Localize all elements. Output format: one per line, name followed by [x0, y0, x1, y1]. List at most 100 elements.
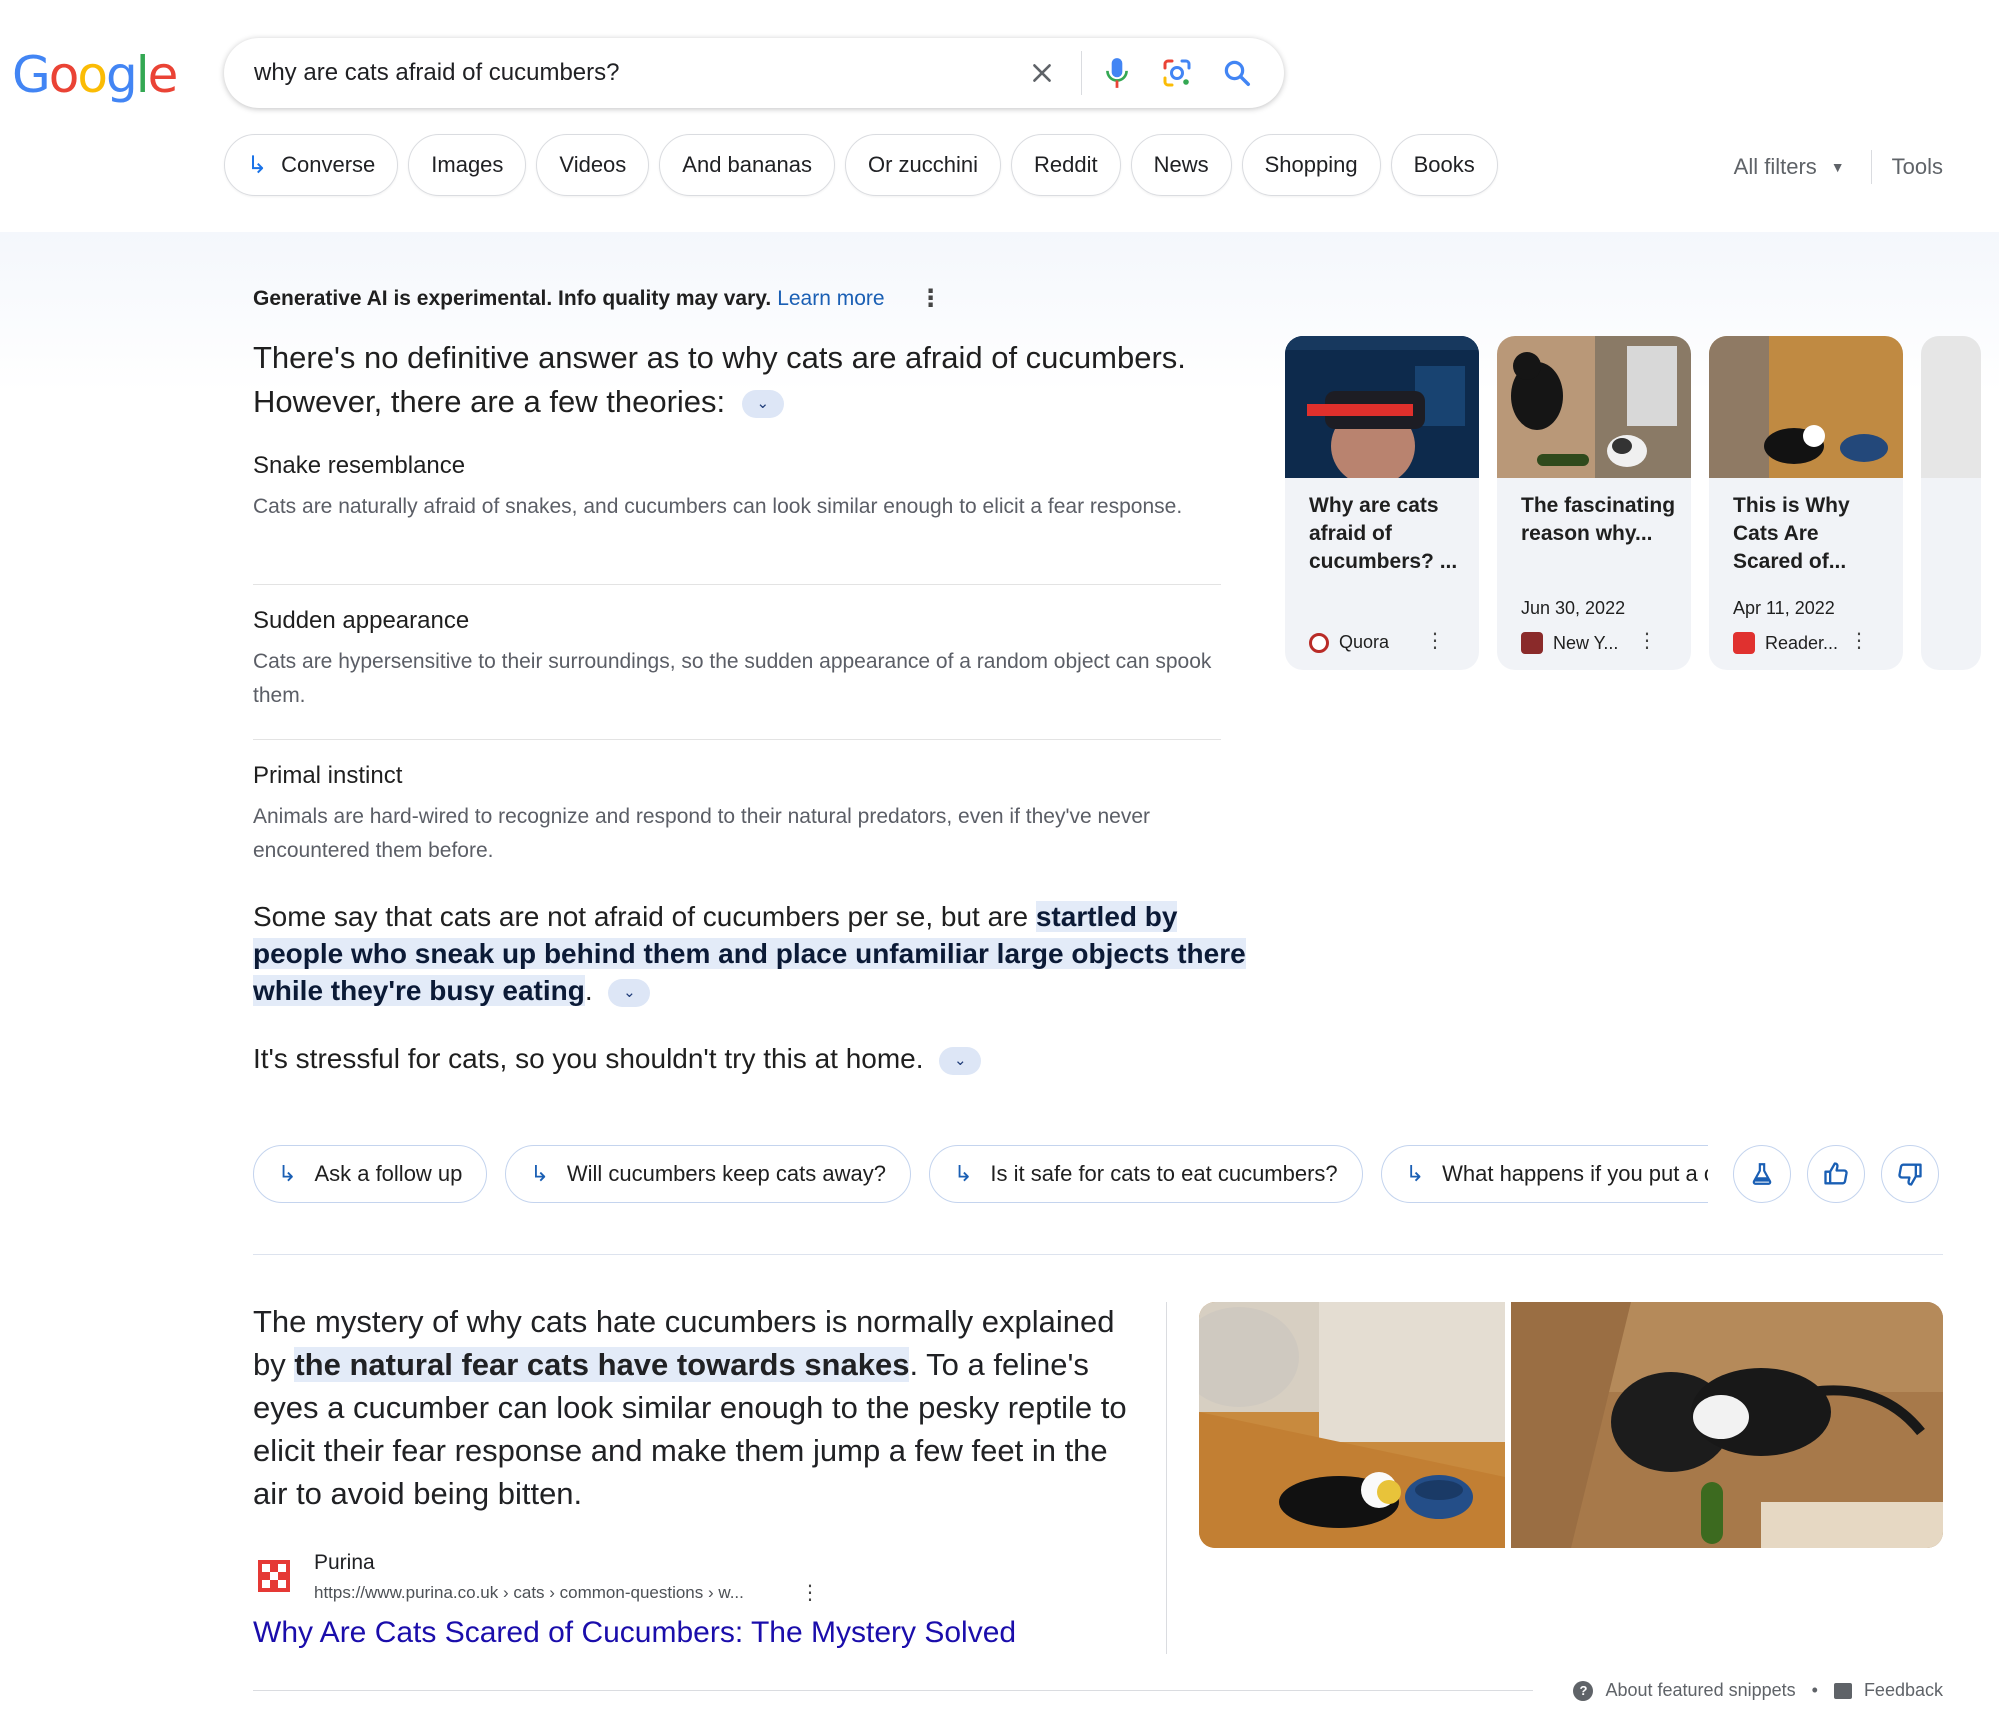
source-card-quora[interactable]: Why are cats afraid of cucumbers? ... Qu… — [1285, 336, 1479, 670]
theory-text: Cats are hypersensitive to their surroun… — [253, 650, 1212, 707]
filters-bar: All filters ▼ Tools — [1734, 150, 1943, 184]
card-source: Quora — [1309, 632, 1389, 653]
chip-videos[interactable]: Videos — [536, 134, 650, 196]
snippet-footer: ? About featured snippets • Feedback — [1573, 1680, 1943, 1701]
follow-up-row: ↳ Ask a follow up ↳ Will cucumbers keep ca… — [253, 1145, 1713, 1203]
search-input[interactable]: why are cats afraid of cucumbers? — [254, 59, 1017, 87]
featured-snippet-text: The mystery of why cats hate cucumbers i… — [253, 1304, 1127, 1511]
ai-lead-answer: There's no definitive answer as to why c… — [253, 340, 1186, 419]
thumbs-up-icon — [1824, 1162, 1848, 1185]
thumbs-down-button[interactable] — [1881, 1145, 1939, 1203]
highlighted-text: the natural fear cats have towards snake… — [294, 1347, 910, 1382]
readers-digest-favicon — [1733, 632, 1755, 654]
chip-books[interactable]: Books — [1390, 134, 1498, 196]
more-options-icon[interactable]: ⋮ — [919, 284, 943, 313]
learn-more-link[interactable]: Learn more — [777, 287, 884, 311]
card-date: Jun 30, 2022 — [1521, 598, 1626, 618]
more-options-icon[interactable]: ⋮ — [1425, 628, 1445, 653]
expand-chevron-icon[interactable]: ⌄ — [608, 978, 651, 1007]
expand-chevron-icon[interactable]: ⌄ — [741, 389, 784, 418]
source-card-readers-digest[interactable]: This is Why Cats Are Scared of... Apr 11… — [1709, 336, 1903, 670]
card-title: This is Why Cats Are Scared of... — [1733, 494, 1850, 573]
expand-chevron-icon[interactable]: ⌄ — [939, 1046, 982, 1075]
card-date: Apr 11, 2022 — [1733, 598, 1835, 618]
search-icon[interactable] — [1212, 48, 1262, 98]
theory-sudden-appearance: Sudden appearance Cats are hypersensitiv… — [253, 607, 1221, 713]
follow-up-arrow-icon: ↳ — [530, 1161, 549, 1186]
section-divider — [253, 1254, 1943, 1255]
result-title-link[interactable]: Why Are Cats Scared of Cucumbers: The My… — [253, 1616, 1016, 1650]
chip-and-bananas[interactable]: And bananas — [659, 134, 835, 196]
follow-up-suggestion[interactable]: ↳ What happens if you put a cu — [1380, 1145, 1713, 1203]
feedback-link[interactable]: Feedback — [1864, 1680, 1943, 1701]
thumbs-up-button[interactable] — [1807, 1145, 1865, 1203]
lens-icon[interactable] — [1152, 48, 1202, 98]
snippet-image-cat-bowl[interactable] — [1199, 1302, 1505, 1548]
tools-button[interactable]: Tools — [1892, 154, 1943, 180]
chip-shopping[interactable]: Shopping — [1241, 134, 1381, 196]
snippet-image-cats-cucumber[interactable] — [1511, 1302, 1943, 1548]
card-source: Reader... — [1733, 632, 1838, 654]
flask-icon — [1752, 1163, 1772, 1185]
chip-images[interactable]: Images — [408, 134, 527, 196]
footer-dot: • — [1811, 1680, 1818, 1700]
search-box[interactable]: why are cats afraid of cucumbers? — [224, 38, 1284, 108]
follow-up-suggestion[interactable]: ↳ Is it safe for cats to eat cucumbers? — [928, 1145, 1363, 1203]
theory-title: Primal instinct — [253, 762, 403, 789]
divider — [253, 584, 1221, 585]
source-card-nyt[interactable]: The fascinating reason why... Jun 30, 20… — [1497, 336, 1691, 670]
follow-up-arrow-icon: ↳ — [953, 1161, 973, 1186]
divider — [253, 739, 1221, 740]
theory-text: Animals are hard-wired to recognize and … — [253, 805, 1151, 862]
ai-paragraph-stressful: It's stressful for cats, so you shouldn'… — [253, 1040, 1253, 1077]
chip-reddit[interactable]: Reddit — [1011, 134, 1121, 196]
theory-snake-resemblance: Snake resemblance Cats are naturally afr… — [253, 452, 1221, 524]
chip-converse[interactable]: ↳ Converse — [224, 134, 399, 196]
follow-up-arrow-icon: ↳ — [278, 1161, 297, 1186]
follow-up-fade — [1708, 1140, 1728, 1210]
snippet-divider — [1166, 1302, 1167, 1654]
theory-title: Sudden appearance — [253, 607, 470, 634]
purina-logo — [258, 1560, 290, 1592]
ai-disclaimer: Generative AI is experimental. Info qual… — [253, 284, 943, 313]
google-logo[interactable]: Google — [12, 46, 178, 104]
more-options-icon[interactable]: ⋮ — [1637, 628, 1657, 653]
caret-down-icon[interactable]: ▼ — [1831, 159, 1845, 175]
card-source: New Y... — [1521, 632, 1618, 654]
more-options-icon[interactable]: ⋮ — [800, 1580, 820, 1605]
source-card-partial[interactable] — [1921, 336, 1981, 670]
result-url: https://www.purina.co.uk › cats › common… — [314, 1583, 744, 1602]
ai-paragraph-startled: Some say that cats are not afraid of cuc… — [253, 901, 1246, 1007]
card-title: The fascinating reason why... — [1521, 494, 1676, 545]
about-featured-snippets-link[interactable]: About featured snippets — [1605, 1680, 1795, 1701]
clear-icon[interactable] — [1017, 48, 1067, 98]
card-title: Why are cats afraid of cucumbers? ... — [1309, 494, 1458, 573]
search-chips: ↳ Converse Images Videos And bananas Or z… — [224, 134, 1498, 196]
microphone-icon[interactable] — [1092, 48, 1142, 98]
theory-text: Cats are naturally afraid of snakes, and… — [253, 495, 1183, 518]
search-divider — [1081, 51, 1082, 95]
vr-headset-thumbnail — [1285, 336, 1479, 478]
cat-bowl-thumbnail — [1709, 336, 1903, 478]
all-filters-button[interactable]: All filters — [1734, 154, 1817, 180]
filters-divider — [1870, 150, 1872, 184]
cat-cucumber-thumbnail — [1497, 336, 1691, 478]
chip-news[interactable]: News — [1130, 134, 1232, 196]
converse-arrow-icon: ↳ — [247, 151, 268, 179]
partial-thumbnail — [1921, 336, 1981, 478]
feedback-icon — [1833, 1682, 1852, 1699]
chip-or-zucchini[interactable]: Or zucchini — [844, 134, 1002, 196]
theory-primal-instinct: Primal instinct Animals are hard-wired t… — [253, 762, 1221, 868]
result-site-name: Purina — [314, 1551, 375, 1574]
bottom-divider — [253, 1690, 1533, 1691]
ask-follow-up-button[interactable]: ↳ Ask a follow up — [253, 1145, 488, 1203]
follow-up-arrow-icon: ↳ — [1405, 1161, 1425, 1186]
more-options-icon[interactable]: ⋮ — [1849, 628, 1869, 653]
theory-title: Snake resemblance — [253, 452, 466, 479]
quora-favicon — [1309, 632, 1329, 653]
thumbs-down-icon — [1898, 1163, 1922, 1186]
help-icon: ? — [1573, 1680, 1594, 1701]
follow-up-suggestion[interactable]: ↳ Will cucumbers keep cats away? — [505, 1145, 911, 1203]
nyt-favicon — [1521, 632, 1543, 654]
labs-button[interactable] — [1733, 1145, 1791, 1203]
